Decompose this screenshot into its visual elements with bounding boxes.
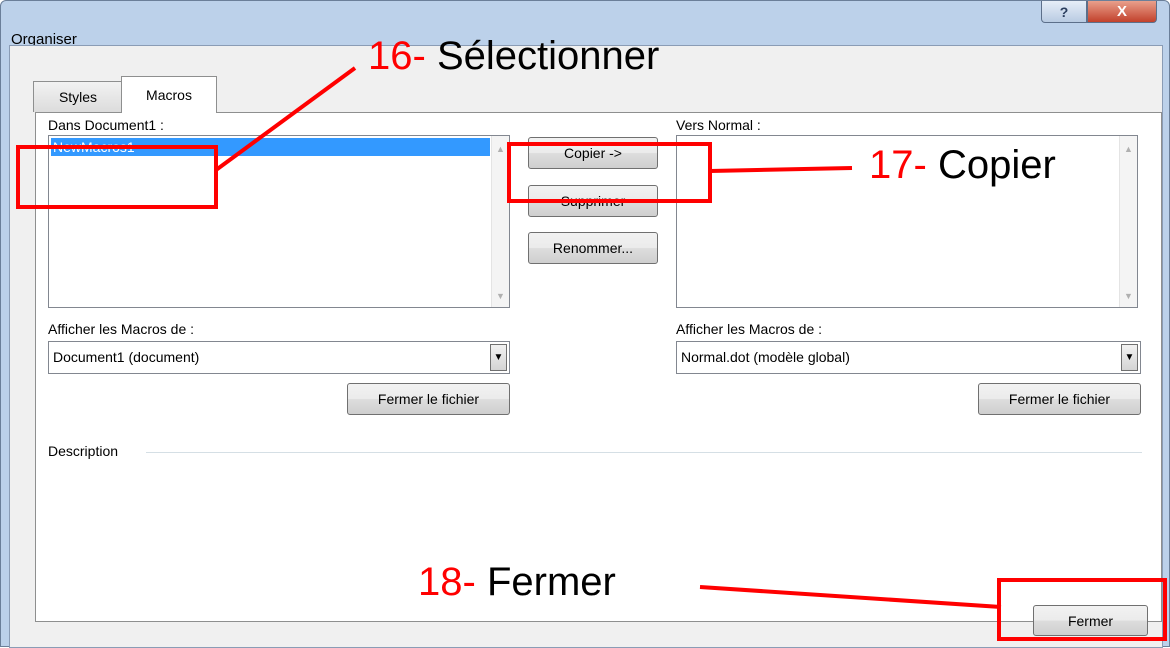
annotation-line-17 <box>709 166 853 173</box>
annotation-step-16: 16- Sélectionner <box>368 34 659 79</box>
tab-macros-label: Macros <box>146 87 192 103</box>
annotation-18-number: 18- <box>418 560 476 604</box>
highlight-close-button <box>997 578 1167 641</box>
tab-macros[interactable]: Macros <box>121 76 217 113</box>
annotation-17-text: Copier <box>937 143 1056 187</box>
annotation-line-16 <box>214 66 357 172</box>
highlight-copy-button <box>507 142 712 203</box>
annotation-17-number: 17- <box>869 143 927 187</box>
annotation-step-17: 17- Copier <box>865 143 1060 188</box>
annotation-16-text: Sélectionner <box>436 34 660 78</box>
annotation-line-18 <box>699 585 1002 609</box>
annotation-18-text: Fermer <box>486 560 616 604</box>
highlight-select-macro <box>16 145 218 209</box>
annotation-step-18: 18- Fermer <box>418 560 616 605</box>
annotation-16-number: 16- <box>368 34 426 78</box>
